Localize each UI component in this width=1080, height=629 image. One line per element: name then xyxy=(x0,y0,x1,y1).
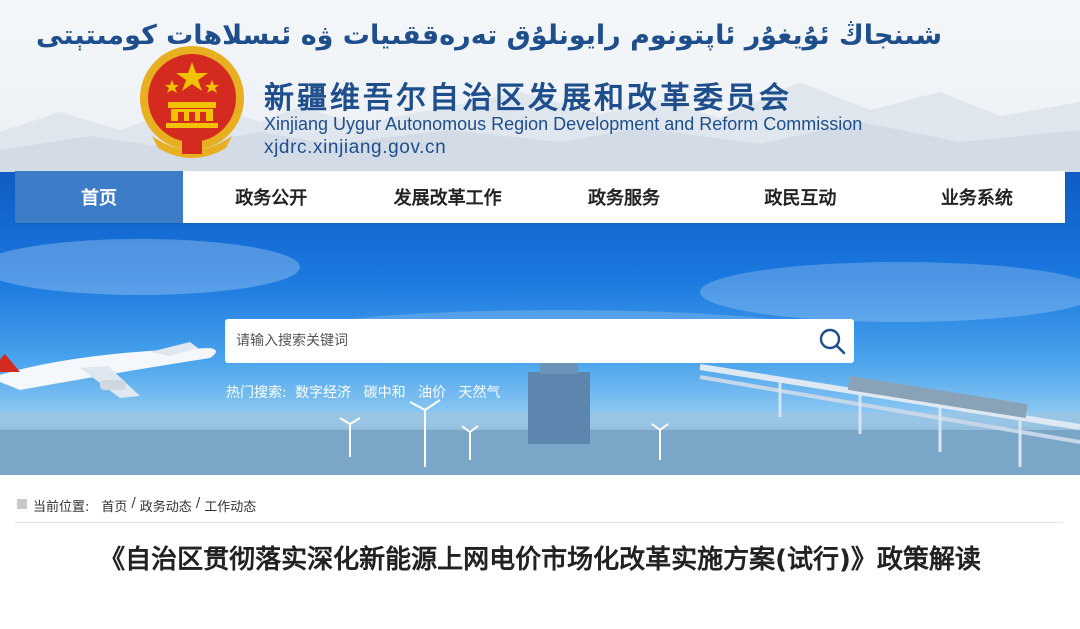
hot-search-label: 热门搜索: xyxy=(226,385,287,401)
location-marker-icon xyxy=(17,499,27,509)
hot-search-term[interactable]: 天然气 xyxy=(459,385,501,401)
breadcrumb-separator: / xyxy=(131,496,136,511)
nav-item-interaction[interactable]: 政民互动 xyxy=(712,171,888,223)
breadcrumb: 当前位置: 首页 / 政务动态 / 工作动态 xyxy=(15,496,1063,523)
site-title-uyghur: شىنجاڭ ئۇيغۇر ئاپتونوم رايونلۇق تەرەققىي… xyxy=(36,20,942,51)
nav-item-business-systems[interactable]: 业务系统 xyxy=(889,171,1065,223)
hot-search-term[interactable]: 数字经济 xyxy=(295,385,351,401)
site-domain: xjdrc.xinjiang.gov.cn xyxy=(264,137,447,158)
main-nav: 首页 政务公开 发展改革工作 政务服务 政民互动 业务系统 xyxy=(15,171,1065,223)
article-title: 《自治区贯彻落实深化新能源上网电价市场化改革实施方案(试行)》政策解读 xyxy=(99,545,981,575)
site-title-english: Xinjiang Uygur Autonomous Region Develop… xyxy=(264,114,863,134)
national-emblem-icon xyxy=(140,46,244,158)
breadcrumb-separator: / xyxy=(195,496,201,511)
breadcrumb-home[interactable]: 首页 xyxy=(101,496,127,515)
search-icon xyxy=(819,328,846,355)
hot-searches: 热门搜索: 数字经济 碳中和 油价 天然气 xyxy=(226,382,509,402)
nav-item-home[interactable]: 首页 xyxy=(15,171,183,223)
search-button[interactable] xyxy=(810,319,854,363)
hot-search-term[interactable]: 碳中和 xyxy=(364,385,406,401)
site-header: شىنجاڭ ئۇيغۇر ئاپتونوم رايونلۇق تەرەققىي… xyxy=(0,0,1080,172)
search-bar xyxy=(225,319,854,363)
site-title-chinese: 新疆维吾尔自治区发展和改革委员会 xyxy=(264,81,792,116)
breadcrumb-news[interactable]: 政务动态 xyxy=(140,496,192,515)
breadcrumb-label: 当前位置: xyxy=(33,500,90,515)
nav-item-reform-work[interactable]: 发展改革工作 xyxy=(359,171,535,223)
breadcrumb-work-news[interactable]: 工作动态 xyxy=(204,496,256,515)
nav-item-government-affairs[interactable]: 政务公开 xyxy=(183,171,359,223)
search-input[interactable] xyxy=(234,320,810,362)
hot-search-term[interactable]: 油价 xyxy=(418,385,446,401)
nav-item-services[interactable]: 政务服务 xyxy=(536,171,712,223)
